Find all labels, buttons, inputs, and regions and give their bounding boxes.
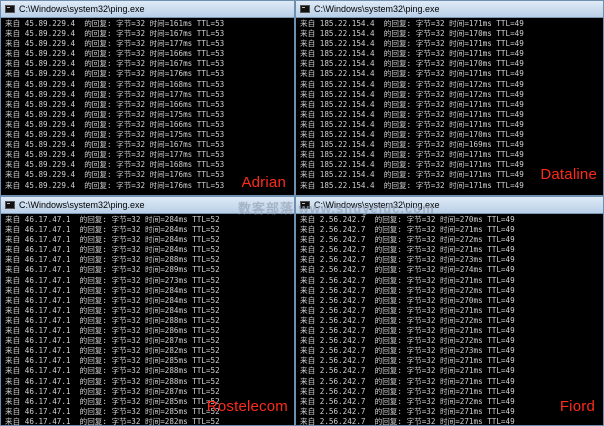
ping-reply-line: 来自 2.56.242.7 的回复: 字节=32 时间=272ms TTL=49 <box>300 396 515 406</box>
ping-reply-line: 来自 45.89.229.4 的回复: 字节=32 时间=177ms TTL=5… <box>5 39 225 49</box>
ping-reply-line: 来自 2.56.242.7 的回复: 字节=32 时间=271ms TTL=49 <box>300 406 515 416</box>
ping-reply-line: 来自 45.89.229.4 的回复: 字节=32 时间=167ms TTL=5… <box>5 29 225 39</box>
ping-reply-line: 来自 2.56.242.7 的回复: 字节=32 时间=274ms TTL=49 <box>300 265 515 275</box>
ping-reply-line: 来自 46.17.47.1 的回复: 字节=32 时间=289ms TTL=52 <box>5 265 220 275</box>
ping-reply-line: 来自 185.22.154.4 的回复: 字节=32 时间=171ms TTL=… <box>300 49 524 59</box>
ping-reply-line: 来自 2.56.242.7 的回复: 字节=32 时间=270ms TTL=49 <box>300 295 515 305</box>
ping-reply-line: 来自 46.17.47.1 的回复: 字节=32 时间=282ms TTL=52 <box>5 416 220 426</box>
ping-reply-line: 来自 46.17.47.1 的回复: 字节=32 时间=284ms TTL=52 <box>5 225 220 235</box>
isp-label: Fiord <box>559 398 595 415</box>
ping-reply-line: 来自 45.89.229.4 的回复: 字节=32 时间=175ms TTL=5… <box>5 109 225 119</box>
ping-reply-line: 来自 2.56.242.7 的回复: 字节=32 时间=271ms TTL=49 <box>300 305 515 315</box>
ping-reply-line: 来自 185.22.154.4 的回复: 字节=32 时间=170ms TTL=… <box>300 130 524 140</box>
ping-reply-line: 来自 2.56.242.7 的回复: 字节=32 时间=271ms TTL=49 <box>300 245 515 255</box>
ping-reply-line: 来自 185.22.154.4 的回复: 字节=32 时间=172ms TTL=… <box>300 89 524 99</box>
ping-reply-line: 来自 2.56.242.7 的回复: 字节=32 时间=272ms TTL=49 <box>300 285 515 295</box>
window-titlebar[interactable]: C:\Windows\system32\ping.exe <box>296 1 603 18</box>
ping-reply-line: 来自 45.89.229.4 的回复: 字节=32 时间=167ms TTL=5… <box>5 140 225 150</box>
ping-reply-line: 来自 185.22.154.4 的回复: 字节=32 时间=170ms TTL=… <box>300 29 524 39</box>
ping-reply-line: 来自 2.56.242.7 的回复: 字节=32 时间=271ms TTL=49 <box>300 416 515 426</box>
ping-reply-line: 来自 46.17.47.1 的回复: 字节=32 时间=288ms TTL=52 <box>5 376 220 386</box>
ping-reply-line: 来自 185.22.154.4 的回复: 字节=32 时间=171ms TTL=… <box>300 109 524 119</box>
ping-reply-line: 来自 185.22.154.4 的回复: 字节=32 时间=171ms TTL=… <box>300 19 524 28</box>
ping-reply-line: 来自 2.56.242.7 的回复: 字节=32 时间=273ms TTL=49 <box>300 346 515 356</box>
isp-label: Adrian <box>241 174 286 191</box>
ping-reply-line: 来自 2.56.242.7 的回复: 字节=32 时间=271ms TTL=49 <box>300 386 515 396</box>
ping-reply-line: 来自 45.89.229.4 的回复: 字节=32 时间=161ms TTL=5… <box>5 19 225 28</box>
ping-window-adrian[interactable]: C:\Windows\system32\ping.exe 来自 45.89.22… <box>0 0 295 196</box>
window-titlebar[interactable]: C:\Windows\system32\ping.exe <box>1 1 294 18</box>
ping-reply-line: 来自 46.17.47.1 的回复: 字节=32 时间=284ms TTL=52 <box>5 245 220 255</box>
ping-reply-line: 来自 46.17.47.1 的回复: 字节=32 时间=288ms TTL=52 <box>5 315 220 325</box>
console-output: 来自 185.22.154.4 的回复: 字节=32 时间=171ms TTL=… <box>296 18 603 191</box>
cmd-console-icon <box>5 5 15 13</box>
isp-label: Dataline <box>540 166 597 183</box>
ping-reply-line: 来自 2.56.242.7 的回复: 字节=32 时间=271ms TTL=49 <box>300 376 515 386</box>
ping-reply-line: 来自 46.17.47.1 的回复: 字节=32 时间=284ms TTL=52 <box>5 295 220 305</box>
ping-reply-line: 来自 45.89.229.4 的回复: 字节=32 时间=177ms TTL=5… <box>5 150 225 160</box>
ping-reply-line: 来自 45.89.229.4 的回复: 字节=32 时间=176ms TTL=5… <box>5 69 225 79</box>
window-title: C:\Windows\system32\ping.exe <box>314 4 440 14</box>
ping-reply-line: 来自 46.17.47.1 的回复: 字节=32 时间=288ms TTL=52 <box>5 366 220 376</box>
ping-reply-line: 来自 185.22.154.4 的回复: 字节=32 时间=171ms TTL=… <box>300 150 524 160</box>
ping-reply-line: 来自 2.56.242.7 的回复: 字节=32 时间=271ms TTL=49 <box>300 275 515 285</box>
ping-reply-line: 来自 185.22.154.4 的回复: 字节=32 时间=170ms TTL=… <box>300 59 524 69</box>
ping-reply-line: 来自 2.56.242.7 的回复: 字节=32 时间=273ms TTL=49 <box>300 255 515 265</box>
ping-reply-line: 来自 46.17.47.1 的回复: 字节=32 时间=284ms TTL=52 <box>5 285 220 295</box>
ping-reply-line: 来自 46.17.47.1 的回复: 字节=32 时间=284ms TTL=52 <box>5 235 220 245</box>
ping-reply-line: 来自 46.17.47.1 的回复: 字节=32 时间=288ms TTL=52 <box>5 255 220 265</box>
ping-reply-line: 来自 2.56.242.7 的回复: 字节=32 时间=272ms TTL=49 <box>300 315 515 325</box>
ping-reply-line: 来自 46.17.47.1 的回复: 字节=32 时间=273ms TTL=52 <box>5 275 220 285</box>
ping-reply-line: 来自 2.56.242.7 的回复: 字节=32 时间=271ms TTL=49 <box>300 225 515 235</box>
ping-reply-line: 来自 46.17.47.1 的回复: 字节=32 时间=287ms TTL=52 <box>5 336 220 346</box>
ping-reply-line: 来自 2.56.242.7 的回复: 字节=32 时间=272ms TTL=49 <box>300 235 515 245</box>
ping-reply-line: 来自 2.56.242.7 的回复: 字节=32 时间=271ms TTL=49 <box>300 366 515 376</box>
site-watermark: 数客部落 www.shuyeidc.com <box>238 201 435 216</box>
ping-reply-line: 来自 185.22.154.4 的回复: 字节=32 时间=171ms TTL=… <box>300 119 524 129</box>
ping-reply-line: 来自 46.17.47.1 的回复: 字节=32 时间=282ms TTL=52 <box>5 346 220 356</box>
window-title: C:\Windows\system32\ping.exe <box>19 200 145 210</box>
ping-reply-line: 来自 46.17.47.1 的回复: 字节=32 时间=284ms TTL=52 <box>5 305 220 315</box>
ping-reply-line: 来自 185.22.154.4 的回复: 字节=32 时间=171ms TTL=… <box>300 69 524 79</box>
ping-reply-line: 来自 45.89.229.4 的回复: 字节=32 时间=166ms TTL=5… <box>5 99 225 109</box>
console-output: 来自 45.89.229.4 的回复: 字节=32 时间=161ms TTL=5… <box>1 18 294 191</box>
ping-reply-line: 来自 185.22.154.4 的回复: 字节=32 时间=171ms TTL=… <box>300 99 524 109</box>
ping-reply-line: 来自 185.22.154.4 的回复: 字节=32 时间=171ms TTL=… <box>300 39 524 49</box>
ping-reply-line: 来自 45.89.229.4 的回复: 字节=32 时间=168ms TTL=5… <box>5 160 225 170</box>
ping-window-rostelecom[interactable]: C:\Windows\system32\ping.exe 来自 46.17.47… <box>0 196 295 426</box>
ping-reply-line: 来自 2.56.242.7 的回复: 字节=32 时间=271ms TTL=49 <box>300 326 515 336</box>
ping-reply-line: 来自 45.89.229.4 的回复: 字节=32 时间=175ms TTL=5… <box>5 130 225 140</box>
cmd-console-icon <box>5 201 15 209</box>
ping-reply-line: 来自 2.56.242.7 的回复: 字节=32 时间=271ms TTL=49 <box>300 356 515 366</box>
ping-reply-line: 来自 2.56.242.7 的回复: 字节=32 时间=272ms TTL=49 <box>300 336 515 346</box>
ping-reply-line: 来自 45.89.229.4 的回复: 字节=32 时间=177ms TTL=5… <box>5 89 225 99</box>
ping-window-dataline[interactable]: C:\Windows\system32\ping.exe 来自 185.22.1… <box>295 0 604 196</box>
ping-reply-line: 来自 45.89.229.4 的回复: 字节=32 时间=167ms TTL=5… <box>5 59 225 69</box>
ping-reply-line: 来自 45.89.229.4 的回复: 字节=32 时间=168ms TTL=5… <box>5 79 225 89</box>
ping-reply-line: 来自 185.22.154.4 的回复: 字节=32 时间=172ms TTL=… <box>300 79 524 89</box>
cmd-console-icon <box>300 5 310 13</box>
ping-reply-line: 来自 45.89.229.4 的回复: 字节=32 时间=166ms TTL=5… <box>5 49 225 59</box>
ping-reply-line: 来自 46.17.47.1 的回复: 字节=32 时间=286ms TTL=52 <box>5 326 220 336</box>
ping-reply-line: 来自 45.89.229.4 的回复: 字节=32 时间=166ms TTL=5… <box>5 119 225 129</box>
window-title: C:\Windows\system32\ping.exe <box>19 4 145 14</box>
console-output: 来自 2.56.242.7 的回复: 字节=32 时间=270ms TTL=49… <box>296 214 603 426</box>
ping-reply-line: 来自 46.17.47.1 的回复: 字节=32 时间=285ms TTL=52 <box>5 356 220 366</box>
isp-label: Rostelecom <box>206 398 288 415</box>
ping-reply-line: 来自 46.17.47.1 的回复: 字节=32 时间=287ms TTL=52 <box>5 386 220 396</box>
ping-reply-line: 来自 185.22.154.4 的回复: 字节=32 时间=169ms TTL=… <box>300 140 524 150</box>
console-output: 来自 46.17.47.1 的回复: 字节=32 时间=284ms TTL=52… <box>1 214 294 426</box>
ping-window-fiord[interactable]: C:\Windows\system32\ping.exe 来自 2.56.242… <box>295 196 604 426</box>
